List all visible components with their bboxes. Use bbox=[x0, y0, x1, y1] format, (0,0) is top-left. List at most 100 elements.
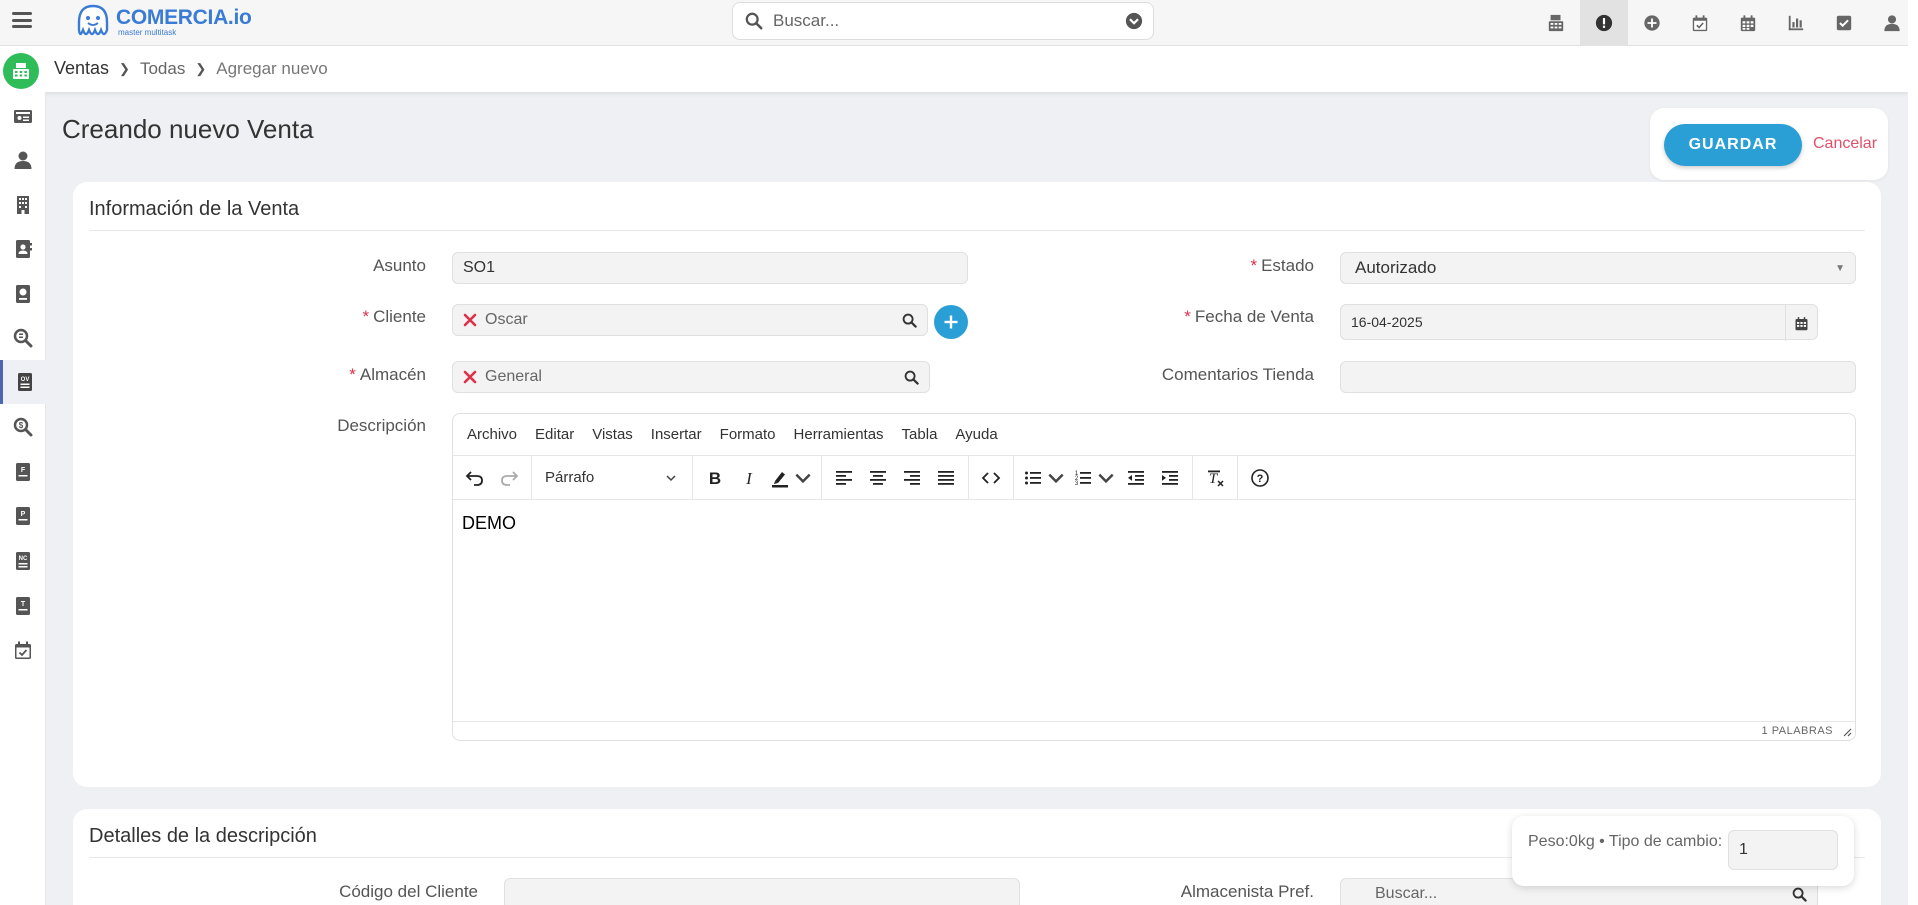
chevron-down-icon bbox=[1047, 473, 1064, 483]
alert-button[interactable] bbox=[1580, 0, 1628, 45]
editor-content[interactable]: DEMO bbox=[453, 501, 1855, 723]
fecha-value: 16-04-2025 bbox=[1351, 314, 1423, 330]
date-picker-button[interactable] bbox=[1785, 305, 1817, 341]
save-button[interactable]: GUARDAR bbox=[1664, 124, 1802, 166]
help-button[interactable]: ? bbox=[1243, 461, 1277, 495]
tasks-button[interactable] bbox=[1820, 0, 1868, 45]
svg-text:I: I bbox=[745, 469, 753, 488]
sidebar-item-purchases[interactable]: P bbox=[0, 494, 46, 538]
editor-menu-formato[interactable]: Formato bbox=[720, 426, 776, 443]
history-group bbox=[453, 455, 532, 500]
editor-menu-archivo[interactable]: Archivo bbox=[467, 426, 517, 443]
align-justify-button[interactable] bbox=[929, 461, 963, 495]
sidebar-item-calendar[interactable] bbox=[0, 628, 46, 672]
alignment-group bbox=[822, 455, 969, 500]
module-badge[interactable] bbox=[3, 53, 39, 89]
global-search bbox=[732, 2, 1154, 40]
plus-circle-icon bbox=[1644, 14, 1660, 31]
sidebar-item-invoices[interactable]: F bbox=[0, 450, 46, 494]
sidebar-item-credit-notes[interactable]: NC bbox=[0, 539, 46, 583]
code-icon bbox=[981, 471, 1001, 484]
search-icon[interactable] bbox=[745, 12, 763, 30]
source-code-button[interactable] bbox=[974, 461, 1008, 495]
bullet-list-button[interactable] bbox=[1019, 461, 1069, 495]
chevron-down-circle-icon[interactable] bbox=[1125, 12, 1143, 30]
align-center-button[interactable] bbox=[861, 461, 895, 495]
sidebar-item-transfers[interactable]: T bbox=[0, 584, 46, 628]
redo-button[interactable] bbox=[492, 461, 526, 495]
editor-menu-editar[interactable]: Editar bbox=[535, 426, 574, 443]
editor-menu-vistas[interactable]: Vistas bbox=[592, 426, 633, 443]
editor-menu-ayuda[interactable]: Ayuda bbox=[955, 426, 997, 443]
highlight-button[interactable] bbox=[766, 461, 816, 495]
numbered-list-icon: 123 bbox=[1074, 471, 1091, 487]
search-icon[interactable] bbox=[904, 370, 919, 385]
estado-value: Autorizado bbox=[1355, 258, 1437, 277]
search-input[interactable] bbox=[773, 11, 1103, 31]
resize-handle-icon[interactable] bbox=[1842, 727, 1852, 737]
align-right-button[interactable] bbox=[895, 461, 929, 495]
sidebar-item-contacts[interactable] bbox=[0, 227, 46, 271]
asunto-field[interactable]: SO1 bbox=[452, 252, 968, 284]
add-client-button[interactable] bbox=[934, 305, 968, 339]
editor-menu-tabla[interactable]: Tabla bbox=[902, 426, 938, 443]
calendar-button[interactable] bbox=[1724, 0, 1772, 45]
search-icon[interactable] bbox=[902, 313, 917, 328]
sidebar-item-sales-orders[interactable]: OV bbox=[0, 360, 46, 404]
help-icon: ? bbox=[1251, 468, 1269, 487]
calendar-check-icon bbox=[15, 641, 31, 659]
indent-button[interactable] bbox=[1153, 461, 1187, 495]
search-icon[interactable] bbox=[1792, 887, 1807, 902]
sidebar-item-search-orders[interactable]: $ bbox=[0, 405, 46, 449]
cliente-label: * Cliente bbox=[362, 307, 426, 326]
clear-icon[interactable] bbox=[463, 370, 477, 384]
clear-icon[interactable] bbox=[463, 313, 477, 327]
add-button[interactable] bbox=[1628, 0, 1676, 45]
menu-icon[interactable] bbox=[12, 10, 32, 30]
calendar-check-button[interactable] bbox=[1676, 0, 1724, 45]
fecha-field[interactable]: 16-04-2025 bbox=[1340, 304, 1818, 341]
codigo-cliente-field[interactable] bbox=[504, 878, 1020, 905]
undo-button[interactable] bbox=[458, 461, 492, 495]
building-icon bbox=[17, 196, 29, 214]
italic-button[interactable]: I bbox=[732, 461, 766, 495]
cancel-link[interactable]: Cancelar bbox=[1813, 135, 1877, 153]
breadcrumb-module[interactable]: Ventas bbox=[54, 58, 109, 79]
logo[interactable]: COMERCIA.io master multitask bbox=[74, 0, 252, 44]
sidebar-item-contacts-card[interactable] bbox=[0, 94, 46, 138]
calendar-check-icon bbox=[1692, 14, 1708, 31]
estado-select[interactable]: Autorizado ▼ bbox=[1340, 252, 1856, 284]
section-title: Información de la Venta bbox=[89, 198, 300, 220]
alert-icon bbox=[1595, 14, 1613, 31]
text-style-group: B I bbox=[693, 455, 822, 500]
top-toolbar bbox=[1532, 0, 1916, 45]
sidebar-item-search-docs[interactable] bbox=[0, 316, 46, 360]
exchange-rate-input[interactable] bbox=[1728, 830, 1838, 870]
weight-exchange-text: Peso:0kg • Tipo de cambio: bbox=[1528, 833, 1723, 850]
sidebar-item-users[interactable] bbox=[0, 138, 46, 182]
outdent-button[interactable] bbox=[1119, 461, 1153, 495]
sidebar-item-quotes[interactable] bbox=[0, 272, 46, 316]
clear-formatting-button[interactable]: T bbox=[1198, 461, 1232, 495]
bullet-list-icon bbox=[1024, 471, 1041, 484]
almacen-field[interactable]: General bbox=[452, 361, 930, 393]
editor-toolbar: Párrafo B I 1 2 3 T ? bbox=[453, 455, 1855, 500]
editor-menu-herramientas[interactable]: Herramientas bbox=[794, 426, 884, 443]
editor-menu-insertar[interactable]: Insertar bbox=[651, 426, 702, 443]
align-left-button[interactable] bbox=[827, 461, 861, 495]
reports-button[interactable] bbox=[1772, 0, 1820, 45]
bold-button[interactable]: B bbox=[698, 461, 732, 495]
svg-text:B: B bbox=[709, 469, 721, 488]
form-actions: GUARDAR Cancelar bbox=[1650, 108, 1888, 180]
numbered-list-button[interactable]: 123 bbox=[1069, 461, 1119, 495]
calendar-icon bbox=[1795, 316, 1808, 330]
sidebar-item-companies[interactable] bbox=[0, 183, 46, 227]
divider bbox=[89, 230, 1865, 231]
block-format-select[interactable]: Párrafo bbox=[537, 461, 687, 495]
svg-text:NC: NC bbox=[19, 556, 28, 562]
calculator-button[interactable] bbox=[1532, 0, 1580, 45]
comentarios-field[interactable] bbox=[1340, 361, 1856, 393]
cliente-field[interactable]: Oscar bbox=[452, 304, 928, 336]
octopus-logo-icon bbox=[77, 4, 109, 36]
breadcrumb-all[interactable]: Todas bbox=[140, 59, 185, 79]
